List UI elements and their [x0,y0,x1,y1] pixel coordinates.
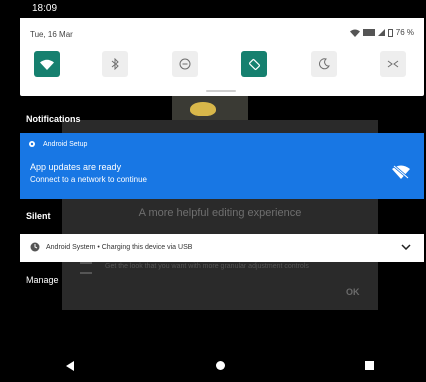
android-setup-notification[interactable]: Android Setup App updates are ready Conn… [20,133,424,199]
status-bar: 18:09 [0,0,426,18]
system-notification-line: Android System • Charging this device vi… [30,242,192,252]
back-icon[interactable] [66,361,74,371]
background-dialog-text: Get the look that you want with more gra… [105,263,309,270]
notifications-header: Notifications [26,114,81,124]
wifi-tile[interactable] [34,51,60,77]
background-adjust-icon [80,262,92,274]
battery-icon [387,28,393,37]
bluetooth-tile[interactable] [102,51,128,77]
bluetooth-icon [111,58,119,70]
notification-title: App updates are ready [30,162,122,172]
navigation-bar [0,352,426,382]
background-ok-button: OK [346,287,360,297]
nfc-icon [387,60,399,68]
do-not-disturb-icon [179,58,191,70]
battery-percent: 76 % [395,28,414,37]
quick-settings-panel: Tue, 16 Mar 76 % [20,18,424,96]
background-dialog-title: A more helpful editing experience [138,207,302,219]
nfc-tile[interactable] [380,51,406,77]
quick-settings-status-icons: 76 % [349,28,414,37]
home-icon[interactable] [216,361,225,370]
quick-settings-date[interactable]: Tue, 16 Mar [30,30,73,39]
quick-settings-drag-handle[interactable] [206,90,236,92]
auto-rotate-tile[interactable] [241,51,267,77]
do-not-disturb-tile[interactable] [172,51,198,77]
status-time: 18:09 [32,3,58,14]
expand-button[interactable] [398,239,414,255]
recents-icon[interactable] [365,361,374,370]
wifi-settings-button[interactable] [390,164,412,180]
notification-text: Connect to a network to continue [30,175,147,184]
wifi-icon [40,59,54,70]
gear-icon [29,141,35,147]
signal-icon [377,29,385,36]
wifi-status-icon [349,29,360,37]
android-system-notification[interactable]: Android System • Charging this device vi… [20,234,424,262]
no-wifi-icon [392,165,410,179]
chevron-down-icon [401,244,411,250]
silent-header: Silent [26,211,51,221]
notification-app-name: Android Setup [43,140,88,148]
system-notification-text: Android System • Charging this device vi… [46,243,193,251]
manage-button[interactable]: Manage [26,275,59,285]
auto-rotate-icon [248,58,260,70]
night-light-tile[interactable] [311,51,337,77]
android-system-icon [30,242,40,252]
notification-app-header: Android Setup [28,140,87,148]
volte-icon [362,29,375,36]
moon-icon [319,58,330,70]
